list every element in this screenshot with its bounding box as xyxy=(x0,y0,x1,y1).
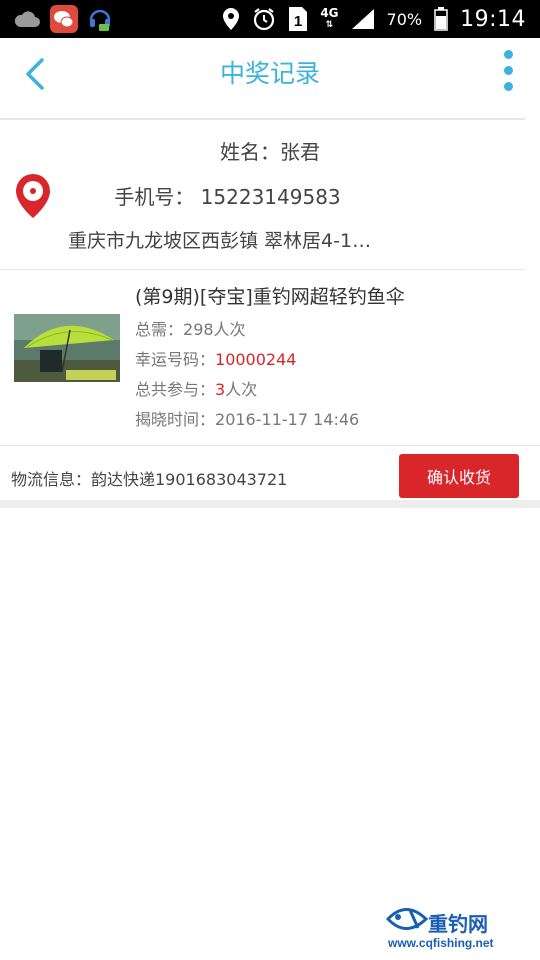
watermark-brand: 重钓网 xyxy=(428,912,488,936)
battery-icon xyxy=(434,7,448,31)
reveal-time: 揭晓时间：2016-11-17 14:46 xyxy=(135,406,359,430)
confirm-receipt-button[interactable]: 确认收货 xyxy=(399,454,519,498)
participation-count: 总共参与：3人次 xyxy=(135,376,257,400)
participation-value: 3 xyxy=(215,380,226,399)
total-needed: 总需：298人次 xyxy=(135,316,246,340)
battery-percent: 70% xyxy=(386,9,423,29)
alarm-icon xyxy=(254,8,275,31)
watermark-url: www.cqfishing.net xyxy=(388,936,494,950)
network-type: 4G ⇅ xyxy=(320,6,339,30)
recipient-address: 重庆市九龙坡区西彭镇 翠林居4-1… xyxy=(68,230,372,252)
total-needed-label: 总需： xyxy=(135,320,184,339)
svg-text:1: 1 xyxy=(294,13,302,30)
product-title: (第9期)[夺宝]重钓网超轻钓鱼伞 xyxy=(135,286,405,308)
address-card[interactable]: 姓名：张君 手机号： 15223149583 重庆市九龙坡区西彭镇 翠林居4-1… xyxy=(0,120,540,270)
signal-icon xyxy=(351,9,374,29)
nav-bar: 中奖记录 xyxy=(0,38,540,118)
more-dot-icon xyxy=(503,66,513,75)
logistics-bar: 物流信息：韵达快递1901683043721 确认收货 xyxy=(0,446,540,500)
status-bar: 1 4G ⇅ 70% 19:14 xyxy=(0,0,540,38)
more-menu-button[interactable] xyxy=(502,50,514,94)
fish-logo-icon xyxy=(385,908,429,930)
reveal-time-label: 揭晓时间： xyxy=(135,410,216,429)
location-icon xyxy=(223,8,240,30)
participation-label: 总共参与： xyxy=(135,380,216,399)
lucky-number-value: 10000244 xyxy=(215,350,297,369)
recipient-name: 姓名：张君 xyxy=(220,140,320,164)
recipient-phone: 手机号： 15223149583 xyxy=(114,185,341,209)
reveal-time-value: 2016-11-17 14:46 xyxy=(215,410,360,429)
section-separator xyxy=(0,500,540,508)
logistics-info: 物流信息：韵达快递1901683043721 xyxy=(11,470,288,489)
headset-icon xyxy=(89,9,111,31)
lucky-number-label: 幸运号码： xyxy=(135,350,216,369)
more-dot-icon xyxy=(503,50,513,59)
more-dot-icon xyxy=(503,82,513,91)
prize-item[interactable]: (第9期)[夺宝]重钓网超轻钓鱼伞 总需：298人次 幸运号码：10000244… xyxy=(0,270,540,446)
lucky-number: 幸运号码：10000244 xyxy=(135,346,296,370)
participation-unit: 人次 xyxy=(225,380,258,399)
clock-time: 19:14 xyxy=(460,6,526,32)
watermark-logo: 重钓网 www.cqfishing.net xyxy=(384,900,534,956)
sim-card-icon: 1 xyxy=(289,7,308,31)
total-needed-value: 298人次 xyxy=(183,320,246,339)
wechat-icon xyxy=(50,5,78,33)
product-image[interactable] xyxy=(14,314,120,382)
page-title: 中奖记录 xyxy=(219,59,320,88)
cloud-icon xyxy=(14,11,40,27)
